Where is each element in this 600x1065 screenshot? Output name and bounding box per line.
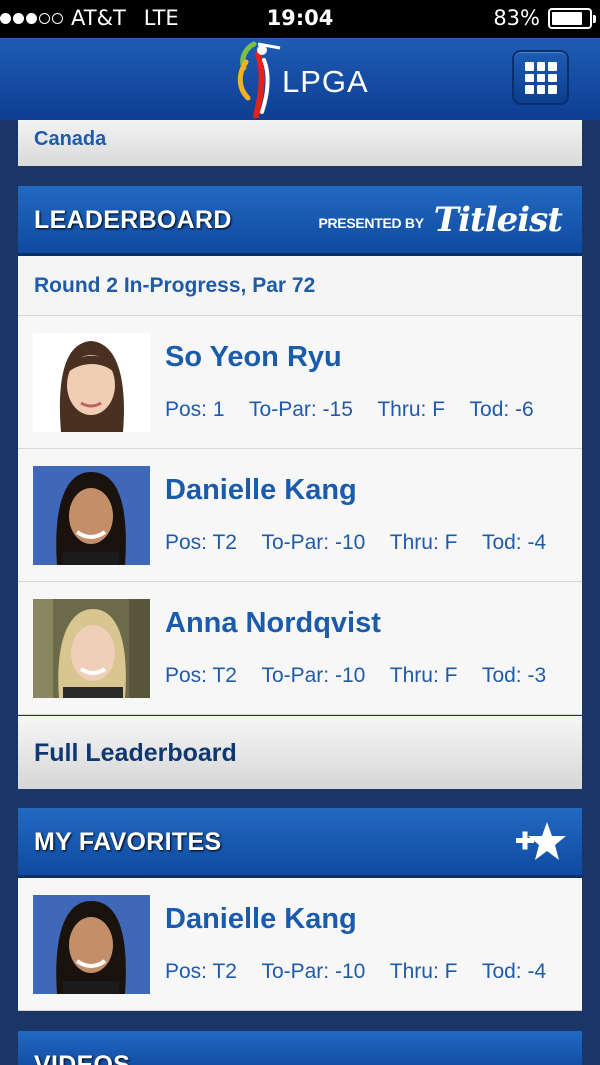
- battery-group: 83%: [493, 6, 596, 30]
- player-to-par: To-Par: -10: [261, 664, 366, 687]
- logo-text: LPGA: [282, 64, 369, 99]
- favorites-title: MY FAVORITES: [34, 828, 222, 856]
- leaderboard-title: LEADERBOARD: [34, 206, 232, 234]
- location-card[interactable]: Canada: [18, 120, 582, 166]
- sponsor-logo: Titleist: [433, 200, 563, 240]
- status-bar: AT&T LTE 19:04 83%: [0, 0, 600, 38]
- round-info-row: Round 2 In-Progress, Par 72: [18, 256, 582, 316]
- player-photo: [33, 895, 150, 994]
- player-thru: Thru: F: [377, 398, 446, 421]
- battery-tip: [593, 14, 596, 23]
- player-name: So Yeon Ryu: [165, 341, 342, 373]
- player-position: Pos: T2: [165, 664, 237, 687]
- location-label: Canada: [34, 128, 107, 150]
- player-position: Pos: T2: [165, 960, 237, 983]
- player-thru: Thru: F: [389, 531, 458, 554]
- player-stats: Pos: T2 To-Par: -10 Thru: F Tod: -4: [165, 531, 565, 555]
- player-today: Tod: -3: [481, 664, 547, 687]
- player-stats: Pos: T2 To-Par: -10 Thru: F Tod: -3: [165, 664, 565, 688]
- grid-icon: [525, 62, 557, 94]
- full-leaderboard-label: Full Leaderboard: [34, 739, 237, 767]
- leaderboard-header: LEADERBOARD PRESENTED BY Titleist: [18, 186, 582, 256]
- player-name: Danielle Kang: [165, 903, 357, 935]
- player-photo: [33, 333, 150, 432]
- menu-button[interactable]: [512, 50, 569, 105]
- player-name: Danielle Kang: [165, 474, 357, 506]
- favorites-header: MY FAVORITES: [18, 808, 582, 878]
- battery-percent: 83%: [493, 6, 540, 30]
- round-info: Round 2 In-Progress, Par 72: [34, 274, 316, 297]
- battery-fill: [552, 11, 582, 25]
- lpga-logo[interactable]: LPGA: [228, 40, 378, 119]
- videos-header[interactable]: VIDEOS: [18, 1031, 582, 1065]
- player-today: Tod: -4: [481, 531, 547, 554]
- player-position: Pos: T2: [165, 531, 237, 554]
- player-today: Tod: -6: [469, 398, 534, 421]
- presented-by-label: PRESENTED BY: [318, 215, 424, 231]
- videos-title: VIDEOS: [34, 1051, 131, 1065]
- favorite-player-row[interactable]: Danielle Kang Pos: T2 To-Par: -10 Thru: …: [18, 878, 582, 1011]
- player-thru: Thru: F: [389, 664, 458, 687]
- player-today: Tod: -4: [481, 960, 547, 983]
- player-photo: [33, 599, 150, 698]
- player-stats: Pos: 1 To-Par: -15 Thru: F Tod: -6: [165, 398, 553, 422]
- leaderboard-player-row[interactable]: Danielle Kang Pos: T2 To-Par: -10 Thru: …: [18, 449, 582, 582]
- player-position: Pos: 1: [165, 398, 225, 421]
- player-thru: Thru: F: [389, 960, 458, 983]
- player-to-par: To-Par: -10: [261, 531, 366, 554]
- leaderboard-player-row[interactable]: Anna Nordqvist Pos: T2 To-Par: -10 Thru:…: [18, 582, 582, 715]
- player-photo: [33, 466, 150, 565]
- player-to-par: To-Par: -15: [249, 398, 353, 421]
- player-stats: Pos: T2 To-Par: -10 Thru: F Tod: -4: [165, 960, 565, 984]
- add-favorite-star-icon[interactable]: [514, 820, 566, 866]
- player-to-par: To-Par: -10: [261, 960, 366, 983]
- golfer-logo-icon: [237, 41, 281, 119]
- battery-icon: [548, 7, 596, 29]
- player-name: Anna Nordqvist: [165, 607, 381, 639]
- leaderboard-player-row[interactable]: So Yeon Ryu Pos: 1 To-Par: -15 Thru: F T…: [18, 316, 582, 449]
- app-header: LPGA: [0, 38, 600, 120]
- full-leaderboard-button[interactable]: Full Leaderboard: [18, 716, 582, 789]
- sponsor-banner: PRESENTED BY Titleist: [318, 200, 563, 240]
